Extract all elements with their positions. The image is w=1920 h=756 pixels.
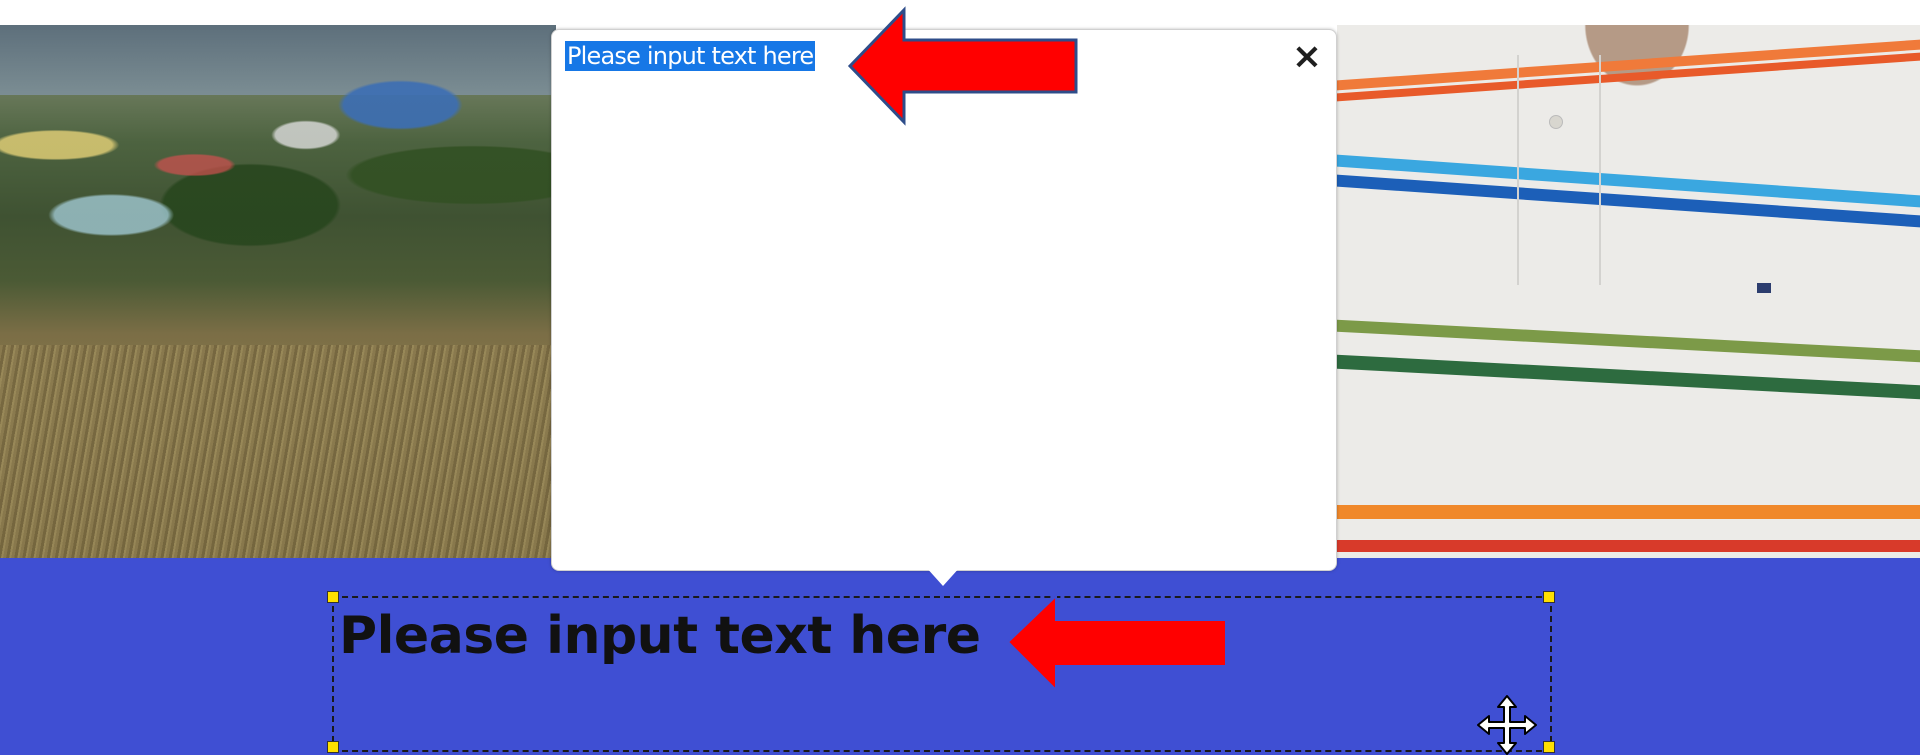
shirt-stripe xyxy=(1337,354,1920,400)
caption-text[interactable]: Please input text here xyxy=(339,604,981,668)
red-arrow-icon xyxy=(847,6,1078,126)
close-icon[interactable]: × xyxy=(1289,39,1325,75)
shirt-placket xyxy=(1517,55,1601,285)
caption-text-box[interactable]: Please input text here xyxy=(332,596,1552,752)
shirt-stripe xyxy=(1337,540,1920,552)
shirt-stripe xyxy=(1337,319,1920,363)
popup-pointer xyxy=(925,566,961,586)
resize-handle-bottom-left[interactable] xyxy=(327,741,339,753)
striped-shirt-image xyxy=(1337,25,1920,558)
popup-text-input[interactable]: Please input text here xyxy=(565,41,816,71)
town-area xyxy=(0,65,556,265)
shirt-logo xyxy=(1757,283,1771,293)
shirt-button xyxy=(1549,115,1563,129)
move-cursor-icon[interactable] xyxy=(1476,694,1538,756)
red-arrow-icon xyxy=(1006,593,1227,693)
grass-area xyxy=(0,345,556,558)
resize-handle-top-left[interactable] xyxy=(327,591,339,603)
shirt-stripe xyxy=(1337,505,1920,519)
resize-handle-top-right[interactable] xyxy=(1543,591,1555,603)
landscape-image xyxy=(0,25,556,558)
resize-handle-bottom-right[interactable] xyxy=(1543,741,1555,753)
